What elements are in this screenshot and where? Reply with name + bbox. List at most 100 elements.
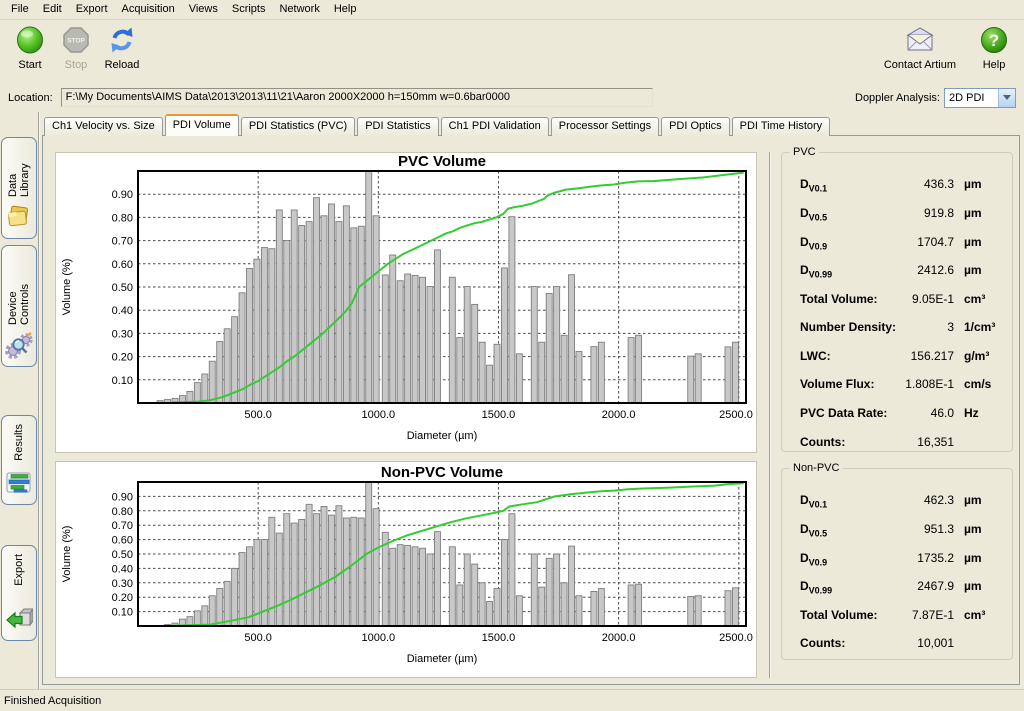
menu-item-file[interactable]: File <box>4 1 36 17</box>
sidebar-item-results[interactable]: Results <box>1 415 37 505</box>
stat-unit: cm/s <box>954 377 1002 391</box>
reload-button[interactable]: Reload <box>102 24 142 71</box>
menu-item-network[interactable]: Network <box>272 1 326 17</box>
menu-item-acquisition[interactable]: Acquisition <box>115 1 182 17</box>
stat-label: DV0.5 <box>800 206 827 222</box>
stat-row: DV0.9 1704.7µm <box>800 235 1002 264</box>
stat-row: Total Volume:9.05E-1cm³ <box>800 292 1002 321</box>
statistics-column: PVC DV0.1436.3µmDV0.5919.8µmDV0.91704.7µ… <box>769 152 1013 678</box>
stat-label: DV0.99 <box>800 579 832 595</box>
svg-text:0.40: 0.40 <box>112 306 133 318</box>
export-icon <box>5 605 33 636</box>
tab-pdi-time-history[interactable]: PDI Time History <box>732 117 831 136</box>
stat-label: Total Volume: <box>800 608 878 622</box>
start-button[interactable]: Start <box>10 24 50 71</box>
location-field[interactable]: F:\My Documents\AIMS Data\2013\2013\11\2… <box>61 88 653 107</box>
stat-value: 1704.7 <box>917 235 954 249</box>
tab-pdi-statistics[interactable]: PDI Statistics <box>357 117 438 136</box>
svg-text:0.70: 0.70 <box>112 236 133 248</box>
stat-label: LWC: <box>800 349 831 363</box>
results-chart-icon <box>5 469 33 500</box>
stat-row: DV0.992467.9µm <box>800 579 1002 608</box>
stat-unit: g/m³ <box>954 349 1002 363</box>
stat-unit: Hz <box>954 406 1002 420</box>
svg-text:0.80: 0.80 <box>112 506 133 518</box>
menu-item-views[interactable]: Views <box>182 1 225 17</box>
charts-column: 0.100.200.300.400.500.600.700.800.90500.… <box>55 152 757 678</box>
stat-value: 2412.6 <box>917 263 954 277</box>
svg-text:0.40: 0.40 <box>112 564 133 576</box>
sidebar-item-device-controls[interactable]: Device Controls <box>1 245 37 367</box>
doppler-analysis-select[interactable]: 2D PDI <box>944 88 1016 108</box>
menu-item-scripts[interactable]: Scripts <box>225 1 273 17</box>
svg-text:Diameter (µm): Diameter (µm) <box>407 430 478 442</box>
tab-ch1-pdi-validation[interactable]: Ch1 PDI Validation <box>441 117 549 136</box>
menu-item-edit[interactable]: Edit <box>36 1 69 17</box>
tab-processor-settings[interactable]: Processor Settings <box>551 117 659 136</box>
envelope-icon <box>904 24 936 56</box>
doppler-analysis-label: Doppler Analysis: <box>855 92 940 104</box>
svg-text:Volume (%): Volume (%) <box>61 526 73 583</box>
svg-text:Volume (%): Volume (%) <box>61 259 73 316</box>
chevron-down-icon <box>1003 95 1011 100</box>
stat-row: DV0.1462.3µm <box>800 493 1002 522</box>
tab-pdi-optics[interactable]: PDI Optics <box>661 117 730 136</box>
menu-bar: FileEditExportAcquisitionViewsScriptsNet… <box>0 0 1024 20</box>
stat-row: Number Density:31/cm³ <box>800 320 1002 349</box>
tab-pdi-volume[interactable]: PDI Volume <box>165 114 239 136</box>
svg-text:0.60: 0.60 <box>112 259 133 271</box>
stat-value: 951.3 <box>924 522 954 536</box>
nonpvc-volume-chart: 0.100.200.300.400.500.600.700.800.90500.… <box>56 462 754 674</box>
svg-text:Non-PVC Volume: Non-PVC Volume <box>381 464 503 481</box>
svg-text:1000.0: 1000.0 <box>361 632 395 644</box>
svg-text:0.80: 0.80 <box>112 213 133 225</box>
sidebar-item-data-library[interactable]: Data Library <box>1 137 37 239</box>
contact-artium-button[interactable]: Contact Artium <box>884 24 956 71</box>
main-area: Data Library Device Controls Results Export… <box>0 112 1024 689</box>
sidebar-item-export[interactable]: Export <box>1 545 37 641</box>
stat-row: Volume Flux:1.808E-1cm/s <box>800 377 1002 406</box>
sidebar-item-label: Data Library <box>7 146 31 197</box>
svg-text:0.90: 0.90 <box>112 492 133 504</box>
stat-label: DV0.5 <box>800 522 827 538</box>
stat-value: 9.05E-1 <box>912 292 954 306</box>
stat-value: 156.217 <box>911 349 954 363</box>
stat-unit: µm <box>954 235 1002 249</box>
chart-panel-nonpvc-volume: 0.100.200.300.400.500.600.700.800.90500.… <box>55 461 757 678</box>
stat-unit: 1/cm³ <box>954 320 1002 334</box>
svg-text:Diameter (µm): Diameter (µm) <box>407 653 478 665</box>
tab-pdi-statistics-pvc-[interactable]: PDI Statistics (PVC) <box>241 117 355 136</box>
svg-text:0.20: 0.20 <box>112 593 133 605</box>
gears-icon <box>5 331 33 362</box>
toolbar: Start STOP Stop Reload <box>0 20 1024 83</box>
stat-label: DV0.9 <box>800 235 827 251</box>
status-bar: Finished Acquisition <box>0 689 1024 711</box>
menu-item-export[interactable]: Export <box>69 1 115 17</box>
svg-text:2000.0: 2000.0 <box>602 409 636 421</box>
svg-text:1500.0: 1500.0 <box>482 632 516 644</box>
menu-item-help[interactable]: Help <box>327 1 364 17</box>
stat-value: 10,001 <box>917 636 954 650</box>
svg-text:0.10: 0.10 <box>112 607 133 619</box>
stat-value: 16,351 <box>917 435 954 449</box>
tab-ch1-velocity-vs-size[interactable]: Ch1 Velocity vs. Size <box>44 117 163 136</box>
stat-label: DV0.99 <box>800 263 832 279</box>
sidebar-item-label: Export <box>13 554 25 586</box>
dropdown-button[interactable] <box>998 89 1015 107</box>
start-label: Start <box>18 59 41 71</box>
stat-label: Total Volume: <box>800 292 878 306</box>
folders-icon <box>5 203 33 234</box>
svg-text:0.30: 0.30 <box>112 329 133 341</box>
help-button[interactable]: ? Help <box>974 24 1014 71</box>
stat-row: Total Volume:7.87E-1cm³ <box>800 608 1002 637</box>
stat-unit: µm <box>954 263 1002 277</box>
stat-value: 1735.2 <box>917 551 954 565</box>
stat-unit: µm <box>954 522 1002 536</box>
svg-text:0.90: 0.90 <box>112 190 133 202</box>
stop-button[interactable]: STOP Stop <box>56 24 96 71</box>
stat-value: 462.3 <box>924 493 954 507</box>
stat-value: 7.87E-1 <box>912 608 954 622</box>
tab-strip: Ch1 Velocity vs. SizePDI VolumePDI Stati… <box>42 114 1020 136</box>
application-window: FileEditExportAcquisitionViewsScriptsNet… <box>0 0 1024 711</box>
help-icon: ? <box>978 24 1010 56</box>
